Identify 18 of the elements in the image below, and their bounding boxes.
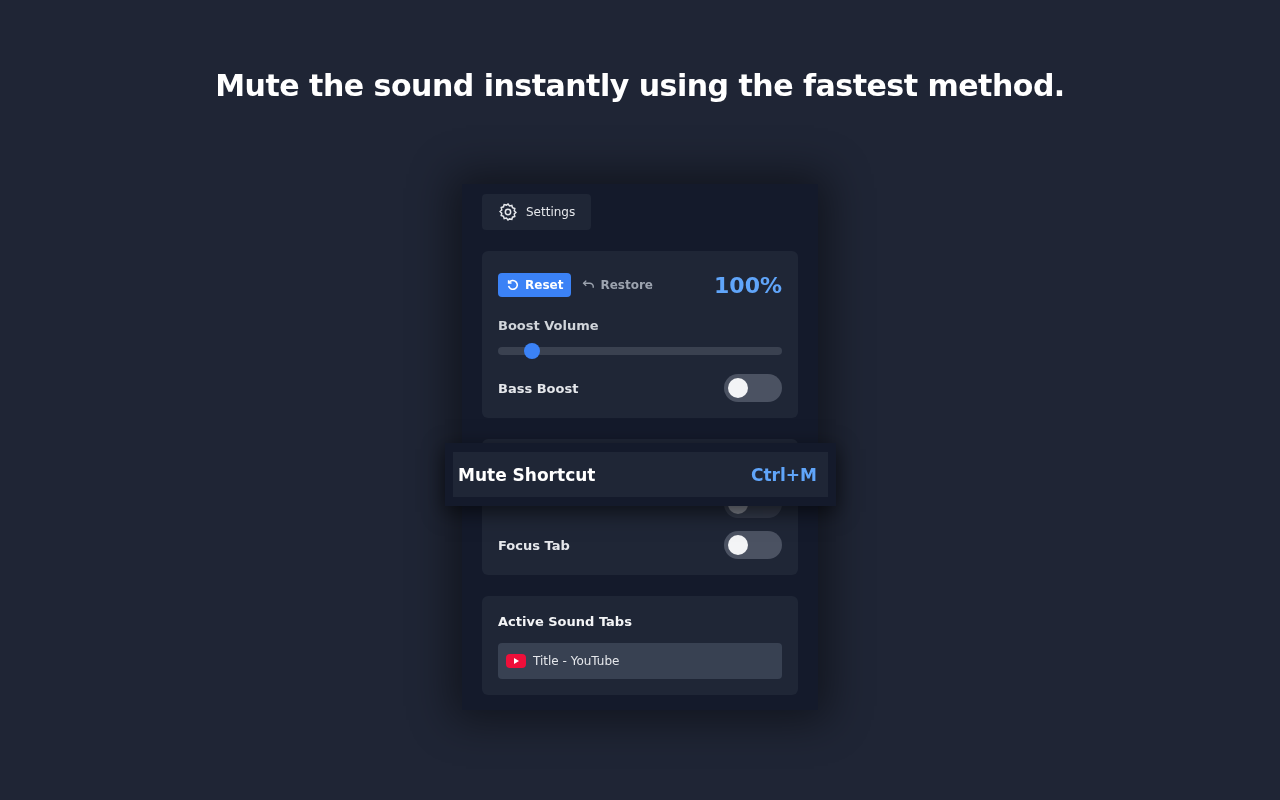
slider-thumb[interactable]	[524, 343, 541, 359]
headline: Mute the sound instantly using the fastest method.	[215, 68, 1065, 105]
shortcut-label: Mute Shortcut	[458, 464, 596, 485]
toggle-label: Bass Boost	[498, 380, 579, 396]
toggle-switch[interactable]	[724, 374, 782, 402]
boost-volume-label: Boost Volume	[498, 318, 600, 333]
toggle-label: Focus Tab	[498, 537, 570, 553]
reset-button[interactable]: Reset	[498, 273, 572, 297]
reset-icon	[506, 278, 520, 292]
active-tabs-heading: Active Sound Tabs	[498, 614, 633, 629]
toggle-switch[interactable]	[724, 531, 782, 559]
sound-tab-item[interactable]: Title - YouTube	[498, 643, 782, 679]
settings-icon	[498, 202, 518, 222]
restore-button[interactable]: Restore	[581, 278, 653, 292]
shortcut-keys: Ctrl+M	[751, 464, 817, 485]
play-icon	[506, 654, 526, 668]
settings-button[interactable]: Settings	[482, 194, 592, 230]
volume-percent: 100%	[714, 272, 782, 298]
